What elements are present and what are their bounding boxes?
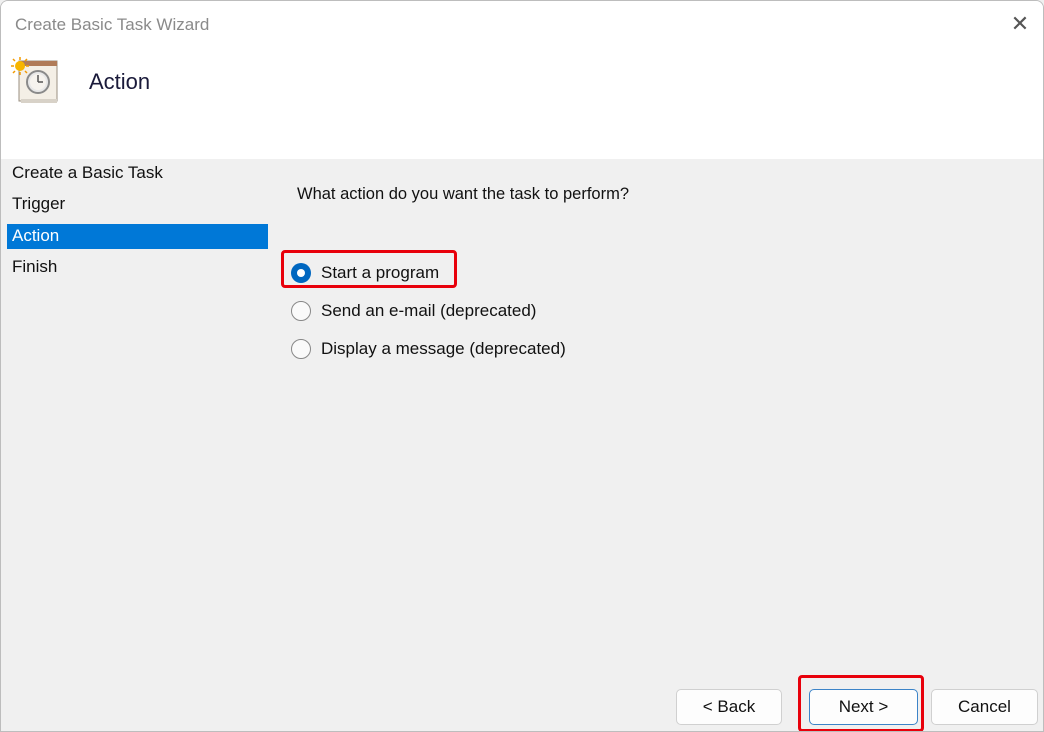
next-button[interactable]: Next > [809,689,918,725]
header-area: Create Basic Task Wizard ✕ Action [1,1,1043,159]
nav-item-action[interactable]: Action [7,224,268,249]
radio-send-email[interactable]: Send an e-mail (deprecated) [291,299,536,323]
radio-start-program[interactable]: Start a program [291,261,439,285]
option-label: Start a program [321,263,439,283]
nav-item-trigger[interactable]: Trigger [7,192,268,223]
radio-button-checked[interactable] [291,263,311,283]
wizard-steps-nav: Create a Basic Task Trigger Action Finis… [7,161,268,286]
close-icon[interactable]: ✕ [1007,11,1033,37]
option-label: Send an e-mail (deprecated) [321,301,536,321]
back-button[interactable]: < Back [676,689,782,725]
task-scheduler-icon [11,57,61,105]
radio-display-message[interactable]: Display a message (deprecated) [291,337,566,361]
nav-item-create-basic-task[interactable]: Create a Basic Task [7,161,268,192]
cancel-button[interactable]: Cancel [931,689,1038,725]
window-title: Create Basic Task Wizard [15,15,209,35]
radio-button[interactable] [291,339,311,359]
wizard-window: Create Basic Task Wizard ✕ Action Create… [0,0,1044,732]
page-heading: Action [89,69,150,95]
nav-item-finish[interactable]: Finish [7,255,268,286]
option-label: Display a message (deprecated) [321,339,566,359]
question-label: What action do you want the task to perf… [297,185,629,204]
radio-button[interactable] [291,301,311,321]
